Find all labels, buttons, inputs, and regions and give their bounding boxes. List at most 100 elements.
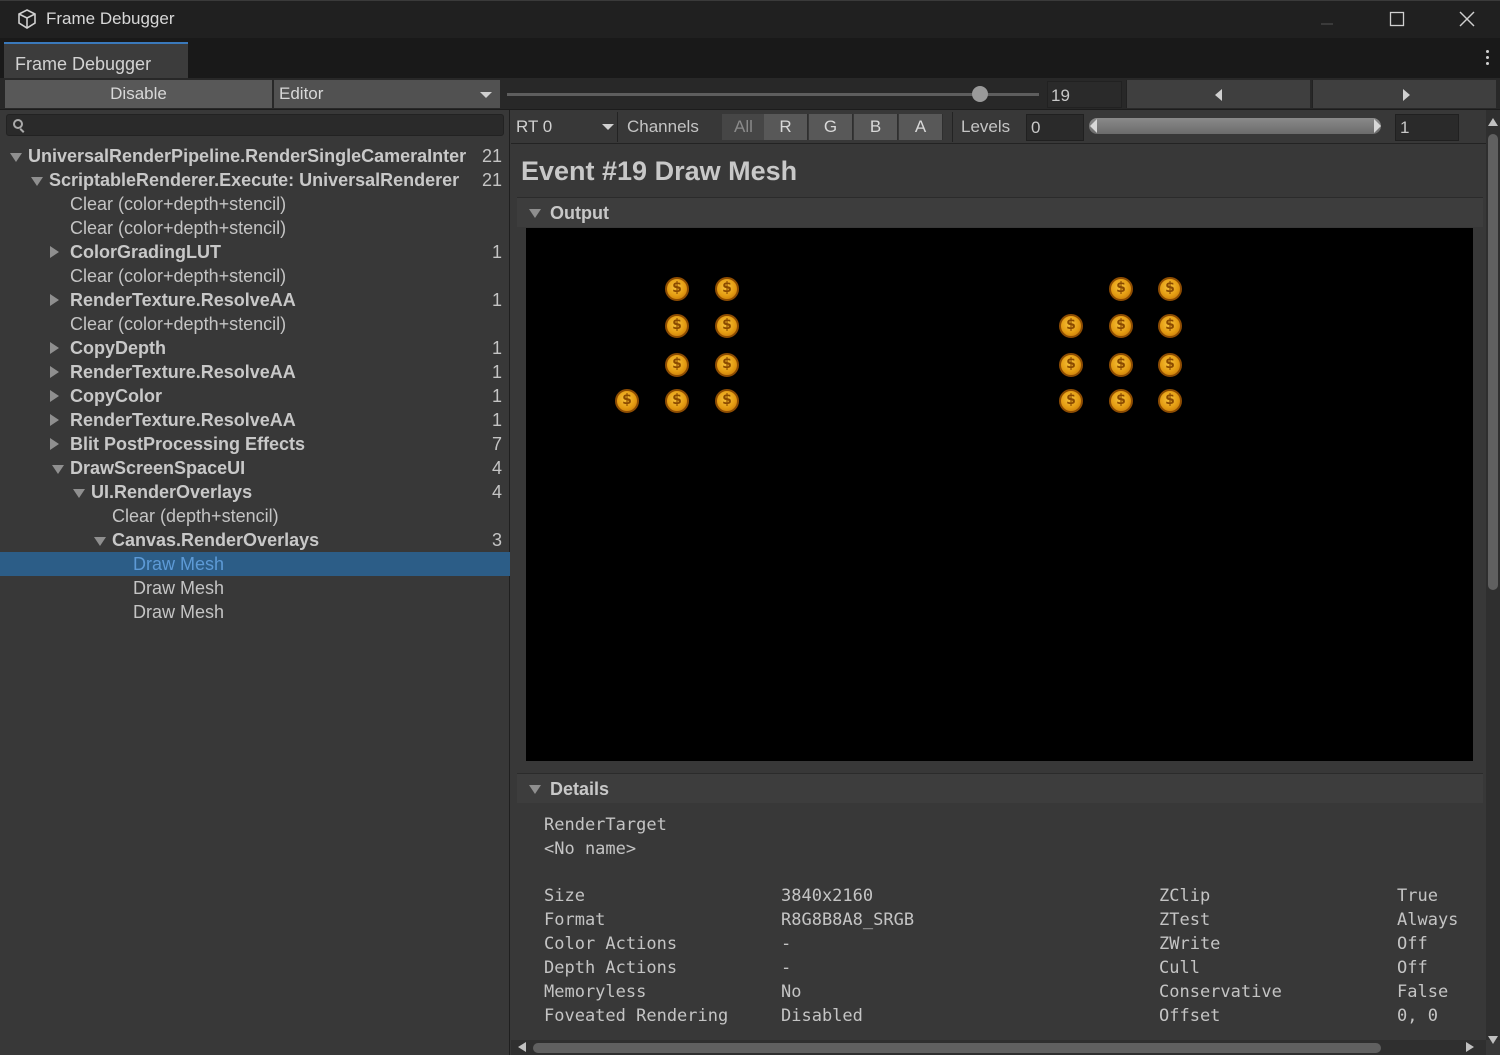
event-slider-track[interactable] bbox=[507, 93, 1039, 96]
event-index-field[interactable]: 19 bbox=[1047, 81, 1122, 108]
tree-row-count: 3 bbox=[491, 530, 502, 550]
tree-row[interactable]: ScriptableRenderer.Execute: UniversalRen… bbox=[0, 168, 510, 192]
levels-min-field[interactable]: 0 bbox=[1026, 114, 1084, 141]
collapsed-arrow-icon[interactable] bbox=[50, 438, 59, 450]
maximize-button[interactable] bbox=[1362, 1, 1432, 37]
channel-all-button[interactable]: All bbox=[722, 114, 766, 140]
tree-row[interactable]: UI.RenderOverlays 4 bbox=[0, 480, 510, 504]
coin-icon bbox=[665, 353, 689, 377]
tree-row-count: 21 bbox=[481, 170, 502, 190]
tree-row[interactable]: RenderTexture.ResolveAA 1 bbox=[0, 360, 510, 384]
target-dropdown[interactable]: Editor bbox=[274, 80, 500, 108]
expanded-arrow-icon[interactable] bbox=[31, 177, 43, 186]
tree-row-count: 7 bbox=[491, 434, 502, 454]
tree-row[interactable]: Clear (color+depth+stencil) bbox=[0, 312, 510, 336]
search-input[interactable] bbox=[6, 114, 504, 136]
collapsed-arrow-icon[interactable] bbox=[50, 294, 59, 306]
property-value: Disabled bbox=[781, 1006, 863, 1026]
coin-icon bbox=[1109, 389, 1133, 413]
coin-icon bbox=[1158, 314, 1182, 338]
tree-row-label: CopyDepth bbox=[70, 338, 166, 358]
tree-row[interactable]: DrawScreenSpaceUI 4 bbox=[0, 456, 510, 480]
vertical-scrollbar[interactable] bbox=[1486, 110, 1500, 1044]
search-icon bbox=[13, 119, 23, 129]
property-value: 0, 0 bbox=[1397, 1006, 1438, 1026]
collapsed-arrow-icon[interactable] bbox=[50, 414, 59, 426]
tree-row[interactable]: Clear (color+depth+stencil) bbox=[0, 216, 510, 240]
property-key: Foveated Rendering bbox=[544, 1006, 729, 1026]
tree-row[interactable]: ColorGradingLUT 1 bbox=[0, 240, 510, 264]
channel-g-button[interactable]: G bbox=[809, 114, 853, 140]
tree-row-label: Clear (depth+stencil) bbox=[112, 506, 279, 526]
disable-button[interactable]: Disable bbox=[5, 80, 272, 108]
property-value: Off bbox=[1397, 934, 1428, 954]
tree-row[interactable]: Draw Mesh bbox=[0, 552, 510, 576]
tree-row[interactable]: Clear (depth+stencil) bbox=[0, 504, 510, 528]
property-value: 3840x2160 bbox=[781, 886, 874, 906]
tree-row[interactable]: CopyDepth 1 bbox=[0, 336, 510, 360]
tree-row[interactable]: CopyColor 1 bbox=[0, 384, 510, 408]
channels-label: Channels bbox=[627, 117, 699, 136]
tree-row[interactable]: Draw Mesh bbox=[0, 576, 510, 600]
expanded-arrow-icon[interactable] bbox=[94, 537, 106, 546]
collapsed-arrow-icon[interactable] bbox=[50, 366, 59, 378]
details-section-label: Details bbox=[550, 779, 610, 799]
scroll-left-icon[interactable] bbox=[518, 1042, 526, 1052]
next-event-button[interactable] bbox=[1312, 80, 1496, 108]
vertical-scrollbar-thumb[interactable] bbox=[1488, 134, 1498, 590]
tree-row-label: Clear (color+depth+stencil) bbox=[70, 218, 287, 238]
channel-b-button[interactable]: B bbox=[854, 114, 898, 140]
coin-icon bbox=[665, 314, 689, 338]
collapsed-arrow-icon[interactable] bbox=[50, 246, 59, 258]
expanded-arrow-icon[interactable] bbox=[52, 465, 64, 474]
scroll-right-icon[interactable] bbox=[1466, 1042, 1474, 1052]
levels-max-field[interactable]: 1 bbox=[1395, 114, 1459, 141]
coin-icon bbox=[665, 277, 689, 301]
tree-row[interactable]: Blit PostProcessing Effects 7 bbox=[0, 432, 510, 456]
property-key: Size bbox=[544, 886, 585, 906]
coin-icon bbox=[1109, 353, 1133, 377]
scroll-up-icon[interactable] bbox=[1488, 118, 1498, 126]
scroll-down-icon[interactable] bbox=[1488, 1036, 1498, 1044]
tree-row[interactable]: Draw Mesh bbox=[0, 600, 510, 624]
tree-row-label: Clear (color+depth+stencil) bbox=[70, 314, 287, 334]
render-output-preview bbox=[526, 228, 1473, 761]
channel-r-button[interactable]: R bbox=[764, 114, 808, 140]
property-key: Cull bbox=[1159, 958, 1200, 978]
expanded-arrow-icon[interactable] bbox=[73, 489, 85, 498]
details-section-header[interactable]: Details bbox=[517, 773, 1483, 803]
property-key: ZClip bbox=[1159, 886, 1211, 906]
render-target-label: RenderTarget bbox=[544, 815, 667, 835]
arrow-right-icon bbox=[1403, 89, 1410, 101]
collapsed-arrow-icon[interactable] bbox=[50, 390, 59, 402]
tree-row[interactable]: RenderTexture.ResolveAA 1 bbox=[0, 408, 510, 432]
collapsed-arrow-icon[interactable] bbox=[50, 342, 59, 354]
tree-row[interactable]: Clear (color+depth+stencil) bbox=[0, 192, 510, 216]
close-button[interactable] bbox=[1432, 1, 1500, 37]
levels-range-slider[interactable] bbox=[1089, 118, 1381, 134]
event-tree: UniversalRenderPipeline.RenderSingleCame… bbox=[0, 144, 510, 624]
levels-min-handle[interactable] bbox=[1090, 119, 1097, 133]
property-value: - bbox=[781, 934, 792, 954]
levels-max-handle[interactable] bbox=[1374, 119, 1381, 133]
output-section-header[interactable]: Output bbox=[517, 197, 1483, 227]
expanded-arrow-icon[interactable] bbox=[10, 153, 22, 162]
tree-row[interactable]: Canvas.RenderOverlays 3 bbox=[0, 528, 510, 552]
tree-row-label: ColorGradingLUT bbox=[70, 242, 221, 262]
minimize-button[interactable] bbox=[1292, 1, 1362, 37]
event-slider-thumb[interactable] bbox=[972, 86, 988, 102]
render-target-dropdown[interactable]: RT 0 bbox=[516, 115, 616, 139]
previous-event-button[interactable] bbox=[1126, 80, 1310, 108]
horizontal-scrollbar[interactable] bbox=[511, 1040, 1486, 1055]
more-options-icon[interactable] bbox=[1486, 50, 1490, 66]
tree-row-count: 1 bbox=[491, 410, 502, 430]
coin-icon bbox=[715, 389, 739, 413]
tree-row-label: Draw Mesh bbox=[133, 602, 225, 622]
tree-row[interactable]: UniversalRenderPipeline.RenderSingleCame… bbox=[0, 144, 510, 168]
property-key: ZTest bbox=[1159, 910, 1211, 930]
tree-row[interactable]: Clear (color+depth+stencil) bbox=[0, 264, 510, 288]
horizontal-scrollbar-thumb[interactable] bbox=[533, 1043, 1381, 1053]
tab-frame-debugger[interactable]: Frame Debugger bbox=[4, 42, 188, 78]
channel-a-button[interactable]: A bbox=[899, 114, 943, 140]
tree-row[interactable]: RenderTexture.ResolveAA 1 bbox=[0, 288, 510, 312]
